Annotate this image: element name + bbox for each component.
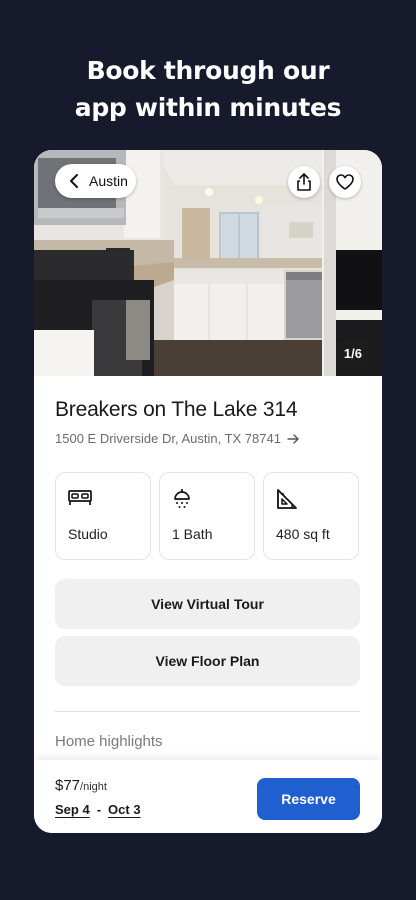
reserve-button[interactable]: Reserve: [257, 778, 360, 820]
back-button-label: Austin: [89, 173, 128, 189]
chevron-left-icon: [70, 174, 78, 188]
feature-bedrooms-label: Studio: [68, 526, 108, 542]
nightly-price: $77/night: [55, 777, 107, 795]
price-unit: /night: [80, 781, 107, 793]
listing-photo[interactable]: Austin 1/6: [34, 150, 382, 376]
home-highlights-heading: Home highlights: [55, 733, 163, 750]
promo-headline-line1: Book through our: [86, 56, 330, 85]
check-in-date[interactable]: Sep 4: [55, 802, 90, 817]
view-floor-plan-button[interactable]: View Floor Plan: [55, 636, 360, 686]
listing-address-link[interactable]: 1500 E Driverside Dr, Austin, TX 78741: [55, 431, 299, 446]
back-button[interactable]: Austin: [55, 164, 136, 198]
feature-bathrooms: 1 Bath: [159, 472, 255, 560]
bed-icon: [68, 490, 92, 505]
favorite-button[interactable]: [329, 166, 361, 198]
listing-title: Breakers on The Lake 314: [55, 398, 298, 421]
section-divider: [55, 711, 360, 712]
photo-counter: 1/6: [335, 341, 370, 366]
share-icon: [297, 173, 311, 191]
shower-icon: [174, 489, 190, 508]
view-virtual-tour-button[interactable]: View Virtual Tour: [55, 579, 360, 629]
date-separator: -: [96, 802, 102, 817]
feature-area: 480 sq ft: [263, 472, 359, 560]
stay-dates: Sep 4 - Oct 3: [55, 802, 141, 817]
listing-card: Austin 1/6 Breakers on The Lake 314 1500…: [34, 150, 382, 833]
arrow-right-icon: [287, 433, 299, 444]
ruler-triangle-icon: [277, 489, 297, 509]
promo-headline-line2: app within minutes: [74, 93, 342, 122]
price-amount: $77: [55, 777, 81, 794]
listing-address: 1500 E Driverside Dr, Austin, TX 78741: [55, 431, 281, 446]
feature-area-label: 480 sq ft: [276, 526, 330, 542]
promo-headline: Book through our app within minutes: [0, 52, 416, 126]
share-button[interactable]: [288, 166, 320, 198]
booking-bar: $77/night Sep 4 - Oct 3 Reserve: [34, 760, 382, 833]
feature-bedrooms: Studio: [55, 472, 151, 560]
feature-bathrooms-label: 1 Bath: [172, 526, 213, 542]
check-out-date[interactable]: Oct 3: [108, 802, 141, 817]
heart-icon: [336, 174, 354, 190]
